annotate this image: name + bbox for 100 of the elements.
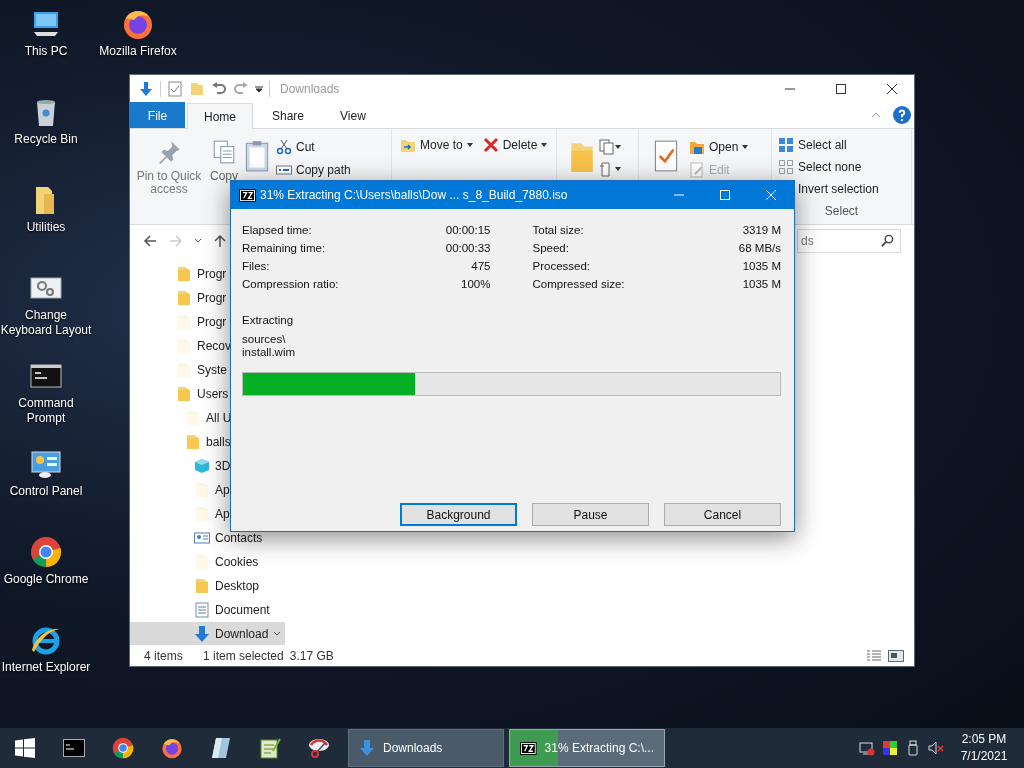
desktop-icon-label[interactable]: Recycle Bin bbox=[14, 132, 78, 147]
taskbar-window-button[interactable]: Downloads bbox=[348, 729, 504, 767]
download-arrow-icon[interactable] bbox=[194, 626, 210, 642]
stat-label: Processed: bbox=[532, 260, 592, 272]
nav-item[interactable]: Users bbox=[197, 387, 229, 401]
search-field[interactable]: ds bbox=[797, 229, 901, 253]
search-icon[interactable] bbox=[881, 234, 894, 247]
nav-item[interactable]: Download bbox=[215, 627, 269, 641]
dialog-button[interactable]: Cancel bbox=[664, 503, 781, 526]
stat-value: 00:00:15 bbox=[445, 224, 491, 236]
nav-item[interactable]: Ap bbox=[215, 507, 230, 521]
help-icon[interactable] bbox=[893, 106, 911, 124]
delete-x-icon[interactable] bbox=[482, 136, 499, 153]
easy-access-icon[interactable] bbox=[599, 161, 621, 177]
clock-date[interactable]: 7/1/2021 bbox=[960, 748, 1008, 765]
stat-label: Elapsed time: bbox=[242, 224, 313, 236]
maximize-icon[interactable] bbox=[835, 83, 846, 94]
move-to-button[interactable]: Move to bbox=[420, 137, 463, 152]
nav-item[interactable]: balls bbox=[206, 435, 231, 449]
stat-label: Total size: bbox=[532, 224, 585, 236]
cut-button[interactable]: Cut bbox=[296, 139, 315, 154]
usb-drive-icon[interactable] bbox=[905, 740, 921, 756]
copy-path-button[interactable]: Copy path bbox=[296, 162, 351, 177]
color-squares-icon[interactable] bbox=[882, 740, 898, 756]
back-arrow-icon[interactable] bbox=[142, 233, 158, 249]
select-all-icon[interactable] bbox=[778, 136, 794, 153]
stat-value: 1035 M bbox=[741, 260, 781, 272]
browser-icon[interactable] bbox=[122, 8, 154, 40]
window-title: Downloads bbox=[280, 81, 340, 96]
undo-icon[interactable] bbox=[211, 80, 227, 97]
redo-icon[interactable] bbox=[233, 80, 249, 97]
invert-selection-button[interactable]: Invert selection bbox=[798, 181, 879, 196]
taskbar-window-button[interactable]: 31% Extracting C:\... bbox=[509, 729, 665, 767]
dropdown-icon[interactable] bbox=[255, 84, 263, 93]
stat-value: 68 MB/s bbox=[738, 242, 781, 254]
open-button[interactable]: Open bbox=[709, 139, 739, 154]
cube-icon[interactable] bbox=[194, 458, 210, 474]
copy-icon[interactable] bbox=[211, 139, 237, 165]
nav-item[interactable]: Progr bbox=[197, 315, 227, 329]
chevron-down-icon[interactable] bbox=[273, 631, 282, 637]
nav-item[interactable]: Ap bbox=[215, 483, 230, 497]
desktop-icon-label[interactable]: Control Panel bbox=[9, 484, 83, 499]
desktop-icon-label[interactable]: Internet Explorer bbox=[1, 660, 91, 675]
ribbon-tab[interactable]: Home bbox=[187, 103, 253, 129]
archive-app-icon[interactable] bbox=[239, 188, 256, 202]
clipboard-icon[interactable] bbox=[244, 139, 270, 173]
network-icon[interactable] bbox=[859, 740, 875, 756]
ribbon-tab[interactable]: Share bbox=[255, 102, 322, 128]
nav-item[interactable]: Progr bbox=[197, 291, 227, 305]
stat-value: 475 bbox=[470, 260, 491, 272]
nav-item[interactable]: All U bbox=[206, 411, 232, 425]
large-icons-view-icon[interactable] bbox=[888, 649, 904, 662]
selected-row-highlight[interactable]: Download bbox=[130, 622, 285, 645]
stat-value: 1035 M bbox=[741, 278, 781, 290]
stat-value: 100% bbox=[460, 278, 491, 290]
nav-item[interactable]: Desktop bbox=[215, 579, 260, 593]
new-item-icon[interactable] bbox=[599, 139, 621, 155]
up-arrow-icon[interactable] bbox=[212, 233, 228, 249]
collapse-icon[interactable] bbox=[871, 112, 881, 118]
nav-item[interactable]: 3D bbox=[215, 459, 231, 473]
desktop-icon-label[interactable]: Change Keyboard Layout bbox=[0, 308, 92, 338]
select-none-button[interactable]: Select none bbox=[798, 159, 862, 174]
browser-icon[interactable] bbox=[30, 536, 62, 568]
download-arrow-icon[interactable] bbox=[138, 80, 154, 97]
ribbon-tab[interactable]: File bbox=[130, 102, 185, 128]
nav-item[interactable]: Document bbox=[215, 603, 270, 617]
nav-item[interactable]: Recov bbox=[197, 339, 231, 353]
dialog-button[interactable]: Background bbox=[400, 503, 517, 526]
chevron-down-icon[interactable] bbox=[194, 238, 202, 244]
control-panel-icon[interactable] bbox=[30, 448, 62, 480]
close-icon[interactable] bbox=[886, 83, 897, 94]
desktop-icon-label[interactable]: Utilities bbox=[26, 220, 66, 235]
stat-label: Compressed size: bbox=[532, 278, 626, 290]
properties-icon[interactable] bbox=[167, 80, 183, 97]
caret-icon[interactable] bbox=[742, 144, 749, 149]
desktop-icon-label[interactable]: This PC bbox=[24, 44, 68, 59]
contact-card-icon[interactable] bbox=[194, 530, 210, 546]
desktop-icon-label[interactable]: Mozilla Firefox bbox=[99, 44, 177, 59]
nav-item[interactable]: Progr bbox=[197, 267, 227, 281]
pin-button-label[interactable]: Pin to Quick access bbox=[134, 170, 204, 196]
desktop-icon-label[interactable]: Command Prompt bbox=[0, 396, 92, 426]
operation-status: Extracting bbox=[242, 314, 295, 326]
delete-button[interactable]: Delete bbox=[502, 137, 538, 152]
caret-icon[interactable] bbox=[541, 142, 548, 147]
clock-time[interactable]: 2:05 PM bbox=[961, 731, 1007, 748]
archive-app-icon bbox=[520, 739, 537, 757]
select-none-icon[interactable] bbox=[778, 158, 794, 175]
dialog-button[interactable]: Pause bbox=[532, 503, 649, 526]
volume-muted-icon[interactable] bbox=[928, 740, 944, 756]
desktop-icon-label[interactable]: Google Chrome bbox=[3, 572, 89, 587]
stat-value: 00:00:33 bbox=[445, 242, 491, 254]
select-all-button[interactable]: Select all bbox=[798, 137, 847, 152]
windows-logo-icon[interactable] bbox=[14, 738, 35, 758]
properties-check-icon[interactable] bbox=[653, 139, 679, 173]
caret-icon[interactable] bbox=[466, 142, 473, 147]
scissors-icon[interactable] bbox=[276, 138, 292, 155]
nav-item[interactable]: Cookies bbox=[215, 555, 259, 569]
nav-item[interactable]: Contacts bbox=[215, 531, 263, 545]
nav-item[interactable]: Syste bbox=[197, 363, 227, 377]
ribbon-tab[interactable]: View bbox=[323, 102, 383, 128]
